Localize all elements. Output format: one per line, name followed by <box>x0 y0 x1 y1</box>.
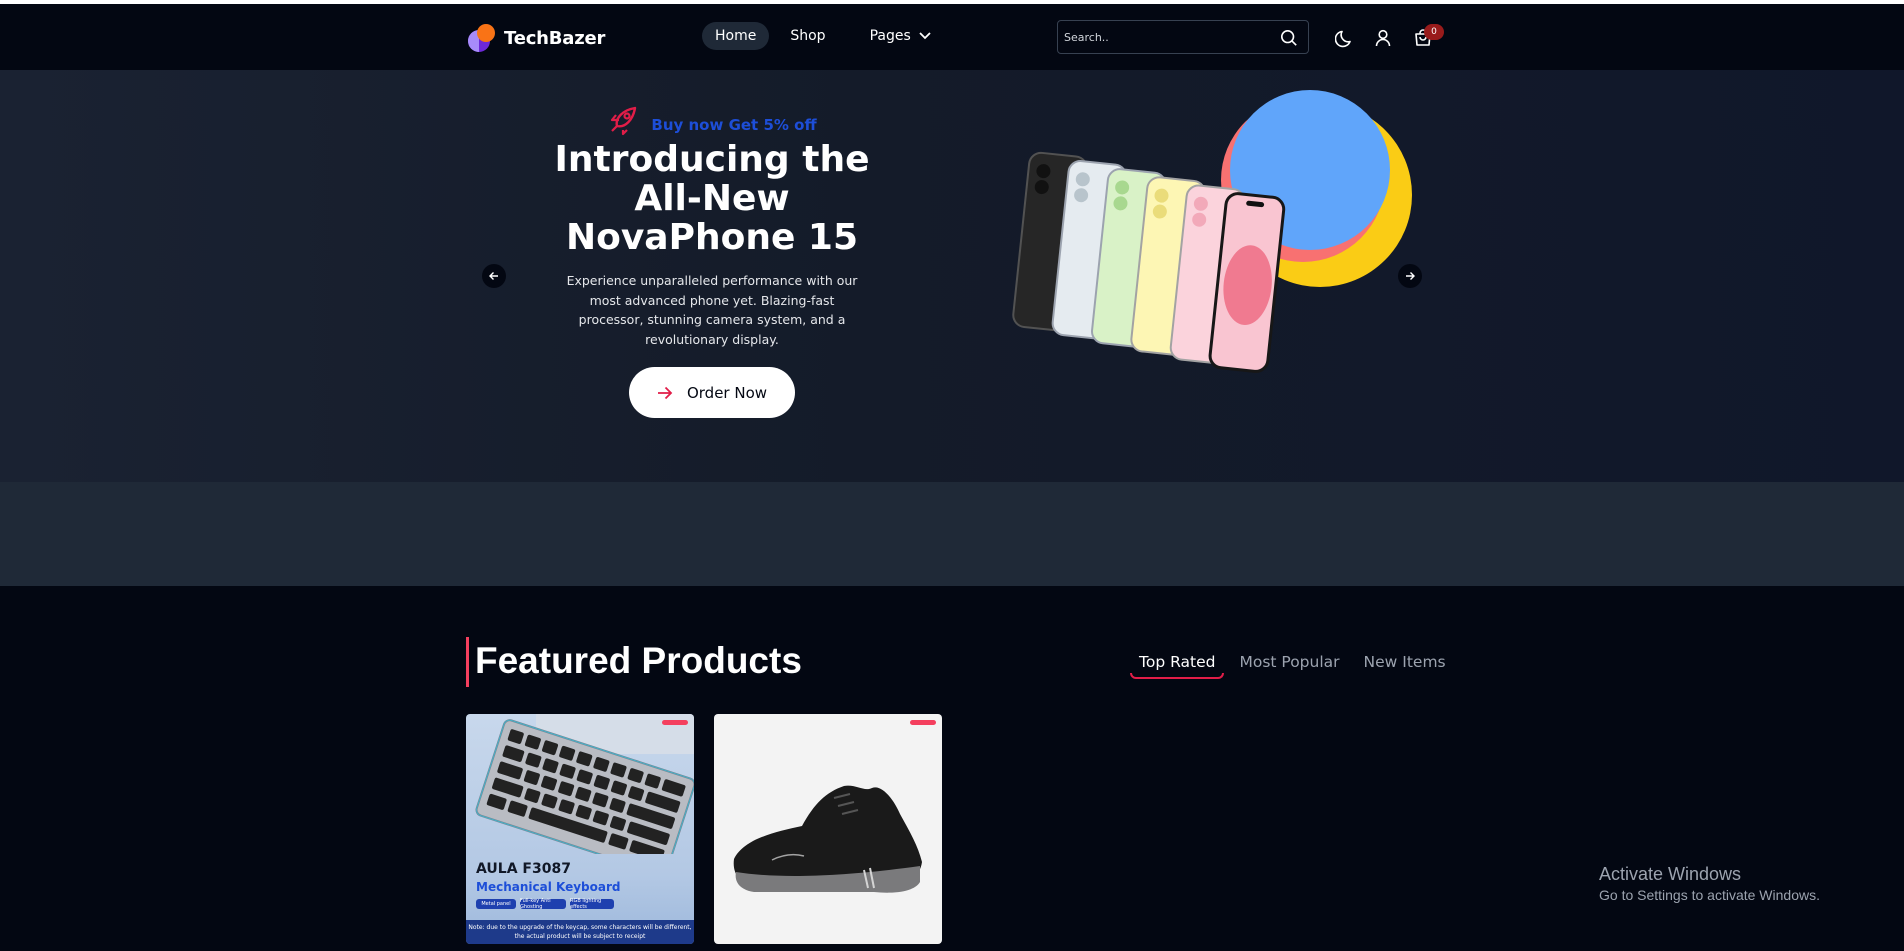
search-input[interactable] <box>1058 30 1268 44</box>
watermark-title: Activate Windows <box>1599 864 1742 884</box>
promo-text: Buy now Get 5% off <box>651 116 817 134</box>
hero-content: Buy now Get 5% off Introducing the All-N… <box>552 106 872 418</box>
logo-icon <box>466 22 496 54</box>
nav-pages[interactable]: Pages <box>857 22 944 50</box>
order-now-button[interactable]: Order Now <box>629 367 795 418</box>
logo[interactable]: TechBazer <box>466 22 605 54</box>
tab-top-rated[interactable]: Top Rated <box>1130 650 1225 679</box>
product-tabs: Top Rated Most Popular New Items <box>1130 650 1455 679</box>
hero-title-line-2: All-New <box>634 178 790 219</box>
nav-pages-label: Pages <box>869 28 911 44</box>
image-label-subtitle: Mechanical Keyboard <box>476 880 621 894</box>
order-now-label: Order Now <box>686 383 768 402</box>
image-label-pill: Metal panel <box>476 899 516 909</box>
image-label-pill: RGB lighting effects <box>570 898 614 910</box>
tab-most-popular[interactable]: Most Popular <box>1230 650 1348 679</box>
hero-banner: Buy now Get 5% off Introducing the All-N… <box>0 70 1904 482</box>
search-icon[interactable] <box>1280 29 1298 47</box>
brand-name: TechBazer <box>504 27 606 49</box>
moon-icon[interactable] <box>1335 28 1355 48</box>
image-label-title: AULA F3087 <box>476 861 571 877</box>
hero-bottom-band <box>0 482 1904 586</box>
watermark-subtitle: Go to Settings to activate Windows. <box>1599 887 1820 903</box>
image-label-note: Note: due to the upgrade of the keycap, … <box>466 920 694 944</box>
carousel-prev-button[interactable] <box>482 264 506 288</box>
nav-home[interactable]: Home <box>702 22 770 50</box>
title-accent-bar <box>466 637 469 687</box>
main-nav: Home Shop Pages <box>702 22 944 50</box>
product-badge <box>662 720 688 725</box>
promo-line: Buy now Get 5% off <box>552 106 872 136</box>
rocket-icon <box>611 106 637 136</box>
user-icon[interactable] <box>1373 28 1393 48</box>
search-box <box>1057 20 1309 54</box>
shoe-image <box>733 785 922 893</box>
navbar: TechBazer Home Shop Pages 0 <box>0 4 1904 70</box>
windows-activation-watermark: Activate Windows Go to Settings to activ… <box>1599 864 1820 903</box>
cart-count-badge: 0 <box>1424 24 1444 40</box>
hero-title: Introducing the All-New NovaPhone 15 <box>552 140 872 257</box>
product-card-shoe[interactable] <box>714 714 942 944</box>
image-label-pill: Full-key Anti Ghosting <box>520 898 566 910</box>
nav-shop[interactable]: Shop <box>777 22 838 50</box>
featured-title: Featured Products <box>475 640 802 681</box>
hero-title-line-1: Introducing the <box>554 139 870 180</box>
hero-description: Experience unparalleled performance with… <box>566 273 858 347</box>
arrow-left-icon <box>489 272 498 280</box>
keyboard-image <box>475 714 694 854</box>
product-card-keyboard[interactable]: AULA F3087 Mechanical Keyboard Metal pan… <box>466 714 694 944</box>
tab-new-items[interactable]: New Items <box>1355 650 1455 679</box>
hero-product-image <box>1012 90 1412 373</box>
chevron-down-icon <box>919 32 931 40</box>
arrow-right-icon <box>657 386 673 399</box>
hero-title-line-3: NovaPhone 15 <box>565 217 859 258</box>
